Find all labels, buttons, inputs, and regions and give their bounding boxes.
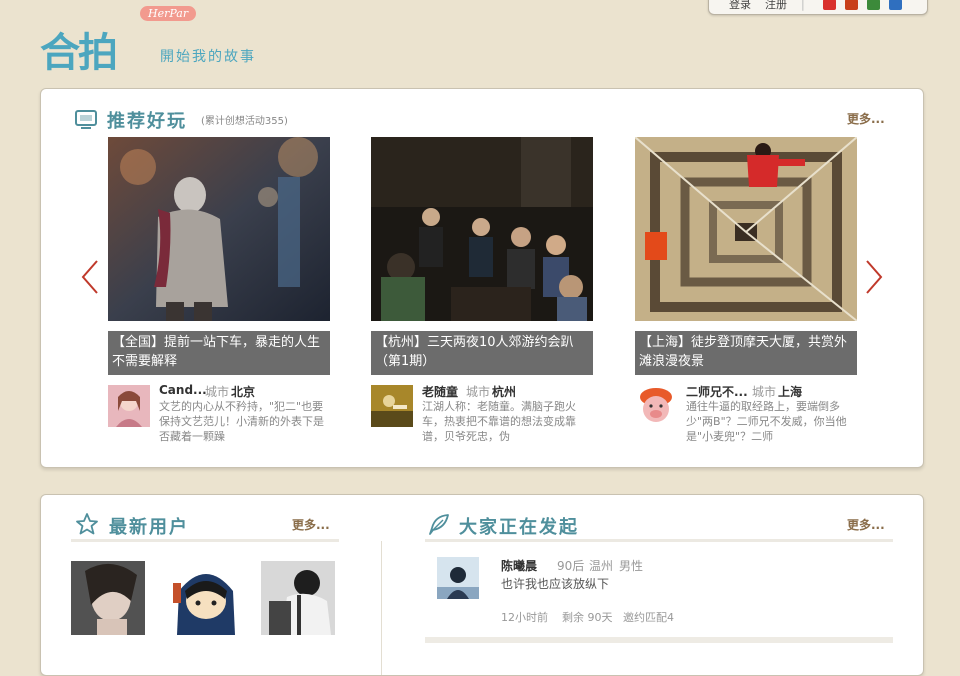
logo-text: 合拍 <box>40 30 118 76</box>
douban-icon[interactable] <box>866 0 880 10</box>
avatar[interactable] <box>108 385 150 427</box>
activity-caption[interactable]: 【杭州】三天两夜10人郊游约会趴（第1期） <box>371 331 593 375</box>
divider <box>71 539 339 542</box>
remaining-days: 剩余 90天 <box>562 611 613 624</box>
user-bio: 通往牛逼的取经路上，要端倒多少"两B"？二师兄不发威，你当他是"小麦兜"？二师 <box>686 400 847 443</box>
activity-card[interactable]: 【杭州】三天两夜10人郊游约会趴（第1期） 老随童 城市 杭州 江湖人称：老随童… <box>371 137 593 447</box>
user-name[interactable]: Cand... <box>159 383 207 397</box>
activity-photo[interactable] <box>635 137 857 321</box>
register-link[interactable]: 注册 <box>765 0 787 12</box>
city-label: 城市 <box>466 385 491 399</box>
initiator-gender: 男性 <box>619 559 644 573</box>
recommend-more-link[interactable]: 更多... <box>847 110 885 127</box>
new-user-avatar[interactable] <box>169 561 243 635</box>
activity-card[interactable]: 【全国】提前一站下车，暴走的人生不需要解释 Cand... 城市 北京 文艺的内… <box>108 137 330 447</box>
new-users-more-link[interactable]: 更多... <box>292 516 330 533</box>
new-user-avatar[interactable] <box>261 561 335 635</box>
activity-card[interactable]: 【上海】徒步登顶摩天大厦，共赏外滩浪漫夜景 二师兄不... 城市 上海 通往牛逼… <box>635 137 857 447</box>
initiator-age: 90后 <box>557 559 585 573</box>
recommend-count-note: (累计创想活动355) <box>201 116 288 127</box>
carousel-next-button[interactable] <box>863 259 885 295</box>
community-panel: 最新用户 更多... 大家正在发起 更多... 陈曦晨 90后 温州 男性 也许… <box>40 494 924 676</box>
divider <box>425 637 893 643</box>
avatar[interactable] <box>635 385 677 427</box>
avatar[interactable] <box>371 385 413 427</box>
activity-caption[interactable]: 【全国】提前一站下车，暴走的人生不需要解释 <box>108 331 330 375</box>
post-time: 12小时前 <box>501 611 548 624</box>
initiation-text[interactable]: 也许我也应该放纵下 <box>501 575 609 592</box>
initiating-title: 大家正在发起 <box>459 517 579 538</box>
user-bio: 江湖人称：老随童。满脑子跑火车，热衷把不靠谱的想法变成靠谱，贝爷死忠，伪 <box>422 400 576 443</box>
initiating-more-link[interactable]: 更多... <box>847 516 885 533</box>
login-link[interactable]: 登录 <box>729 0 751 12</box>
city-label: 城市 <box>205 385 230 399</box>
user-name[interactable]: 二师兄不... <box>686 383 748 400</box>
column-divider <box>381 541 382 675</box>
user-bio: 文艺的内心从不矜持，"犯二"也要保持文艺范儿！小清新的外表下是否藏着一颗躁 <box>159 400 324 443</box>
user-name[interactable]: 老随童 <box>422 383 458 400</box>
star-icon <box>76 513 98 535</box>
weibo-icon[interactable] <box>822 0 836 10</box>
logo-slogan: 開始我的故事 <box>160 49 256 65</box>
invite-match[interactable]: 邀约匹配4 <box>623 609 674 625</box>
recommend-panel: 推荐好玩 (累计创想活动355) 更多... 【全国】提前一站下车，暴走的人生不… <box>40 88 924 468</box>
activity-photo[interactable] <box>108 137 330 321</box>
carousel-prev-button[interactable] <box>79 259 101 295</box>
new-user-avatar[interactable] <box>71 561 145 635</box>
initiator-name[interactable]: 陈曦晨 <box>501 557 537 574</box>
recommend-title: 推荐好玩 <box>107 111 187 132</box>
city-value: 杭州 <box>492 385 517 399</box>
logo-badge: HerPar <box>140 6 197 21</box>
city-label: 城市 <box>752 385 777 399</box>
activity-photo[interactable] <box>371 137 593 321</box>
initiator-city: 温州 <box>589 559 614 573</box>
city-value: 北京 <box>231 385 256 399</box>
avatar[interactable] <box>437 557 479 599</box>
new-users-title: 最新用户 <box>109 517 189 538</box>
divider <box>425 539 893 542</box>
activity-caption[interactable]: 【上海】徒步登顶摩天大厦，共赏外滩浪漫夜景 <box>635 331 857 375</box>
tencent-weibo-icon[interactable] <box>844 0 858 10</box>
feather-icon <box>429 514 449 535</box>
city-value: 上海 <box>778 385 803 399</box>
top-account-bar: 登录 注册 | <box>708 0 928 15</box>
qq-space-icon[interactable] <box>888 0 902 10</box>
site-logo[interactable]: 合拍 HerPar 開始我的故事 <box>40 6 270 76</box>
divider: | <box>801 0 805 11</box>
tv-icon <box>75 110 97 129</box>
